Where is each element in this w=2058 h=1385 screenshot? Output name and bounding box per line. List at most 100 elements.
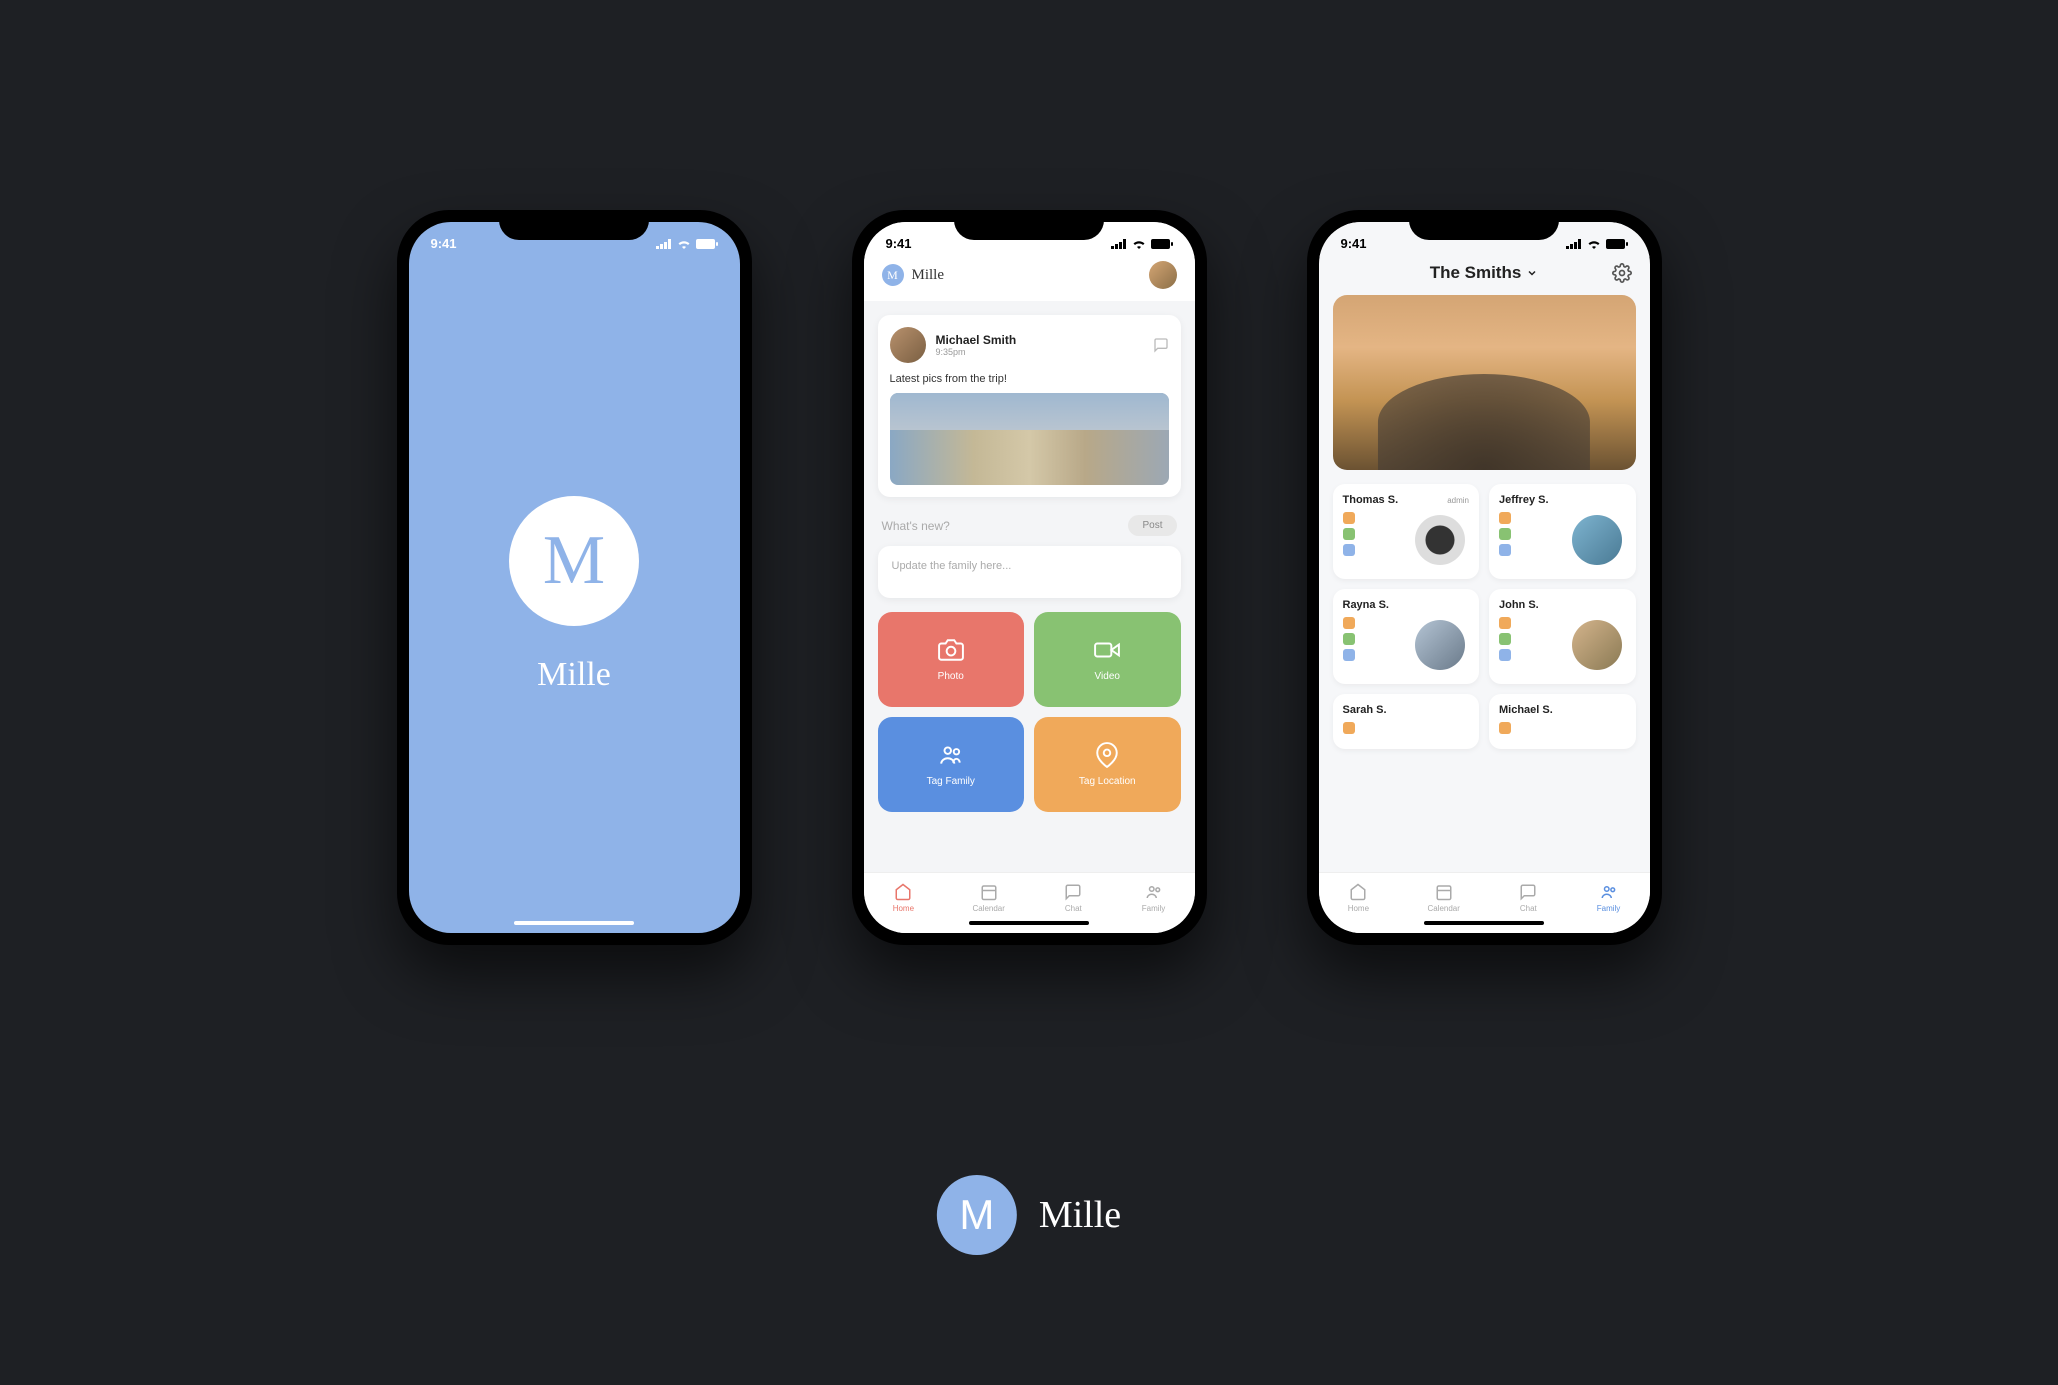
member-action-icons (1499, 722, 1626, 734)
compose-input[interactable]: Update the family here... (878, 546, 1181, 598)
wifi-icon (677, 239, 691, 249)
family-body[interactable]: Thomas S. admin Jeffrey S. Rayna S. (1319, 295, 1650, 872)
tab-calendar[interactable]: Calendar (972, 883, 1004, 913)
logo-letter: M (543, 521, 605, 601)
members-grid: Thomas S. admin Jeffrey S. Rayna S. (1333, 484, 1636, 749)
location-icon[interactable] (1499, 633, 1511, 645)
feed-body[interactable]: Michael Smith 9:35pm Latest pics from th… (864, 301, 1195, 872)
tile-label: Photo (938, 671, 964, 682)
tab-label: Home (1348, 904, 1369, 913)
tab-label: Home (893, 904, 914, 913)
compose-prompt: What's new? (882, 519, 950, 533)
location-icon[interactable] (1343, 528, 1355, 540)
feed-header: M Mille (864, 257, 1195, 301)
member-card[interactable]: Rayna S. (1333, 589, 1480, 684)
member-badge: admin (1447, 496, 1469, 505)
calendar-icon[interactable] (1343, 649, 1355, 661)
tab-calendar[interactable]: Calendar (1427, 883, 1459, 913)
phone-icon[interactable] (1343, 512, 1355, 524)
family-title-dropdown[interactable]: The Smiths (1430, 263, 1539, 283)
family-phone: 9:41 The Smiths Thomas S. (1307, 210, 1662, 945)
photo-tile[interactable]: Photo (878, 612, 1025, 707)
tile-label: Tag Location (1079, 776, 1136, 787)
status-bar: 9:41 (409, 222, 740, 257)
member-name: Rayna S. (1343, 599, 1470, 611)
member-action-icons (1343, 722, 1470, 734)
member-name: Jeffrey S. (1499, 494, 1626, 506)
chat-icon (1063, 883, 1083, 901)
phone-icon[interactable] (1499, 617, 1511, 629)
family-icon (1144, 883, 1164, 901)
member-card[interactable]: John S. (1489, 589, 1636, 684)
member-avatar[interactable] (1415, 515, 1465, 565)
family-hero-image[interactable] (1333, 295, 1636, 470)
member-name: Sarah S. (1343, 704, 1470, 716)
member-card[interactable]: Michael S. (1489, 694, 1636, 749)
feed-logo-group[interactable]: M Mille (882, 264, 945, 286)
post-card[interactable]: Michael Smith 9:35pm Latest pics from th… (878, 315, 1181, 497)
chevron-down-icon (1526, 267, 1538, 279)
home-indicator[interactable] (969, 921, 1089, 925)
post-text: Latest pics from the trip! (890, 373, 1169, 385)
post-avatar[interactable] (890, 327, 926, 363)
calendar-icon[interactable] (1499, 649, 1511, 661)
brand-logo-icon: M (937, 1175, 1017, 1255)
battery-icon (1606, 239, 1628, 249)
video-icon (1094, 637, 1120, 663)
member-avatar[interactable] (1572, 515, 1622, 565)
member-card[interactable]: Sarah S. (1333, 694, 1480, 749)
calendar-icon (979, 883, 999, 901)
tab-family[interactable]: Family (1597, 883, 1621, 913)
tab-label: Chat (1065, 904, 1082, 913)
status-time: 9:41 (886, 236, 912, 251)
tab-home[interactable]: Home (1348, 883, 1369, 913)
camera-icon (938, 637, 964, 663)
phones-row: 9:41 M Mille 9:41 (0, 0, 2058, 945)
phone-icon[interactable] (1499, 722, 1511, 734)
video-tile[interactable]: Video (1034, 612, 1181, 707)
home-indicator[interactable] (514, 921, 634, 925)
status-icons (656, 239, 718, 249)
tab-family[interactable]: Family (1142, 883, 1166, 913)
phone-icon[interactable] (1499, 512, 1511, 524)
member-card[interactable]: Jeffrey S. (1489, 484, 1636, 579)
tab-chat[interactable]: Chat (1518, 883, 1538, 913)
bottom-brand: M Mille (937, 1175, 1121, 1255)
tag-family-tile[interactable]: Tag Family (878, 717, 1025, 812)
splash-phone: 9:41 M Mille (397, 210, 752, 945)
location-icon[interactable] (1499, 528, 1511, 540)
tab-label: Family (1597, 904, 1621, 913)
family-header: The Smiths (1319, 257, 1650, 295)
status-bar: 9:41 (1319, 222, 1650, 257)
post-author: Michael Smith (936, 333, 1017, 347)
post-button[interactable]: Post (1128, 515, 1176, 536)
settings-icon[interactable] (1612, 263, 1632, 283)
member-name: Michael S. (1499, 704, 1626, 716)
family-screen: 9:41 The Smiths Thomas S. (1319, 222, 1650, 933)
location-icon[interactable] (1343, 633, 1355, 645)
phone-icon[interactable] (1343, 617, 1355, 629)
wifi-icon (1587, 239, 1601, 249)
brand-name: Mille (1039, 1193, 1121, 1237)
home-indicator[interactable] (1424, 921, 1544, 925)
tab-label: Family (1142, 904, 1166, 913)
calendar-icon[interactable] (1343, 544, 1355, 556)
post-image[interactable] (890, 393, 1169, 485)
member-avatar[interactable] (1415, 620, 1465, 670)
profile-avatar[interactable] (1149, 261, 1177, 289)
post-time: 9:35pm (936, 347, 1017, 357)
phone-icon[interactable] (1343, 722, 1355, 734)
feed-screen: 9:41 M Mille M (864, 222, 1195, 933)
brand-logo-letter: M (959, 1191, 994, 1239)
tab-chat[interactable]: Chat (1063, 883, 1083, 913)
calendar-icon[interactable] (1499, 544, 1511, 556)
member-card[interactable]: Thomas S. admin (1333, 484, 1480, 579)
wifi-icon (1132, 239, 1146, 249)
tab-home[interactable]: Home (893, 883, 914, 913)
comment-icon[interactable] (1153, 337, 1169, 353)
member-avatar[interactable] (1572, 620, 1622, 670)
battery-icon (1151, 239, 1173, 249)
splash-content: M Mille (409, 257, 740, 933)
tag-location-tile[interactable]: Tag Location (1034, 717, 1181, 812)
status-icons (1566, 239, 1628, 249)
